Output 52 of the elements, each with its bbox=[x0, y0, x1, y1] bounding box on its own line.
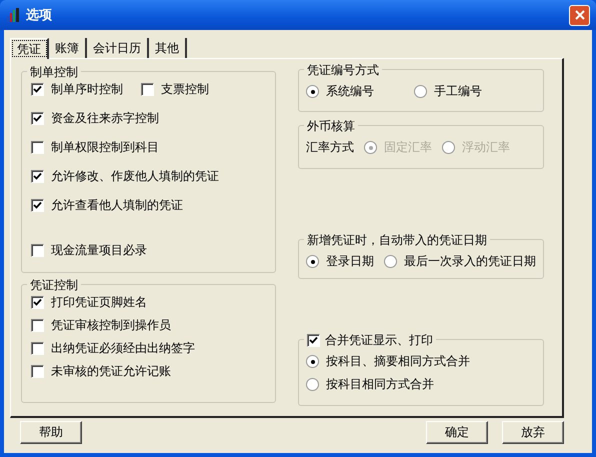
option-label: 登录日期 bbox=[326, 253, 374, 270]
bar-chart-icon bbox=[6, 8, 20, 22]
window-title: 选项 bbox=[26, 7, 52, 24]
checkbox-label: 现金流量项目必录 bbox=[51, 242, 147, 259]
checkbox-label: 支票控制 bbox=[161, 81, 209, 98]
group-title: 凭证控制 bbox=[27, 277, 81, 294]
group-title: 合并凭证显示、打印 bbox=[325, 332, 433, 349]
radio-button[interactable] bbox=[306, 378, 319, 391]
checkbox-label: 制单权限控制到科目 bbox=[51, 139, 159, 156]
radio-button[interactable] bbox=[306, 355, 319, 368]
checkbox[interactable] bbox=[141, 83, 154, 96]
cancel-button[interactable]: 放弃 bbox=[502, 421, 564, 444]
checkbox[interactable] bbox=[307, 334, 320, 347]
option-label: 按科目相同方式合并 bbox=[326, 376, 434, 393]
radio-button[interactable] bbox=[306, 255, 319, 268]
checkbox-label: 未审核的凭证允许记账 bbox=[51, 363, 171, 380]
option-label: 手工编号 bbox=[434, 83, 482, 100]
option-label: 浮动汇率 bbox=[462, 139, 510, 156]
checkbox-label: 打印凭证页脚姓名 bbox=[51, 294, 147, 311]
ok-button[interactable]: 确定 bbox=[426, 421, 488, 444]
close-icon bbox=[574, 10, 584, 20]
close-button[interactable] bbox=[569, 4, 590, 26]
option-label: 固定汇率 bbox=[384, 139, 432, 156]
checkbox-label: 制单序时控制 bbox=[51, 81, 123, 98]
checkbox-label: 允许修改、作废他人填制的凭证 bbox=[51, 168, 219, 185]
option-label: 系统编号 bbox=[326, 83, 374, 100]
checkbox-label: 允许查看他人填制的凭证 bbox=[51, 197, 183, 214]
help-button[interactable]: 帮助 bbox=[20, 421, 82, 444]
checkbox-label: 凭证审核控制到操作员 bbox=[51, 317, 171, 334]
group-title: 新增凭证时，自动带入的凭证日期 bbox=[304, 232, 490, 249]
checkbox[interactable] bbox=[31, 244, 44, 257]
radio-button[interactable] bbox=[306, 85, 319, 98]
checkbox[interactable] bbox=[31, 296, 44, 309]
field-label: 汇率方式 bbox=[306, 139, 354, 156]
checkbox[interactable] bbox=[31, 83, 44, 96]
checkbox-label: 出纳凭证必须经由出纳签字 bbox=[51, 340, 195, 357]
checkbox[interactable] bbox=[31, 365, 44, 378]
checkbox[interactable] bbox=[31, 170, 44, 183]
group-title: 外币核算 bbox=[304, 118, 358, 135]
checkbox[interactable] bbox=[31, 112, 44, 125]
checkbox[interactable] bbox=[31, 342, 44, 355]
radio-button[interactable] bbox=[384, 255, 397, 268]
checkbox[interactable] bbox=[31, 199, 44, 212]
checkbox[interactable] bbox=[31, 141, 44, 154]
group-title: 凭证编号方式 bbox=[304, 62, 382, 79]
group-title: 制单控制 bbox=[27, 64, 81, 81]
radio-button[interactable] bbox=[414, 85, 427, 98]
tab[interactable]: 凭证 bbox=[10, 38, 49, 59]
checkbox-label: 资金及往来赤字控制 bbox=[51, 110, 159, 127]
option-label: 按科目、摘要相同方式合并 bbox=[326, 353, 470, 370]
option-label: 最后一次录入的凭证日期 bbox=[404, 253, 536, 270]
checkbox[interactable] bbox=[31, 319, 44, 332]
